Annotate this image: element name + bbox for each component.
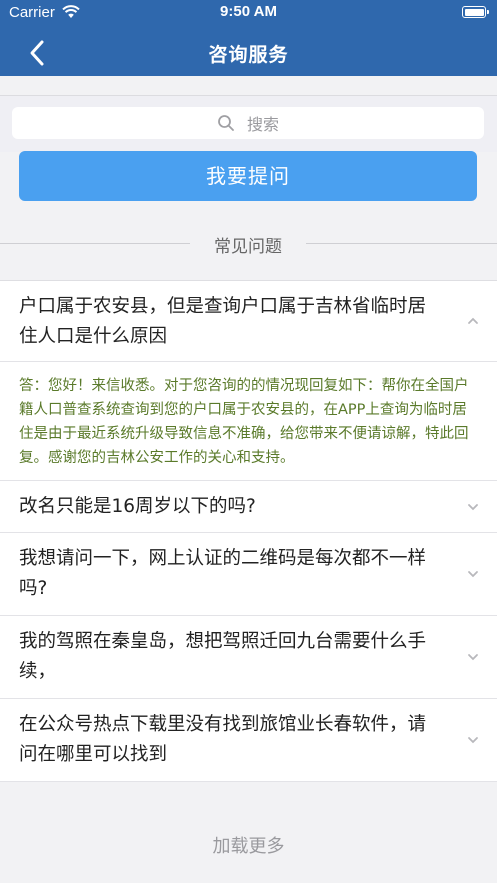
- page-title: 咨询服务: [208, 44, 289, 66]
- faq-section-title: 常见问题: [214, 237, 282, 257]
- search-input[interactable]: 搜索: [12, 107, 484, 139]
- chevron-down-icon: [468, 571, 478, 578]
- battery-icon: [462, 6, 489, 18]
- faq-question: 我想请问一下，网上认证的二维码是每次都不一样吗?: [19, 548, 427, 599]
- divider: [0, 243, 190, 244]
- faq-item[interactable]: 户口属于农安县，但是查询户口属于吉林省临时居住人口是什么原因: [0, 281, 497, 362]
- faq-item[interactable]: 我的驾照在秦皇岛，想把驾照迁回九台需要什么手续，: [0, 616, 497, 699]
- search-icon: [218, 115, 234, 131]
- chevron-up-icon: [468, 317, 478, 324]
- faq-list: 户口属于农安县，但是查询户口属于吉林省临时居住人口是什么原因 答：您好！来信收悉…: [0, 280, 497, 782]
- app-header: Carrier 9:50 AM 咨询服务: [0, 0, 497, 76]
- nav-bar: 咨询服务: [0, 28, 497, 74]
- ask-question-button[interactable]: 我要提问: [19, 151, 477, 201]
- load-more-button[interactable]: 加载更多: [0, 832, 497, 862]
- faq-item[interactable]: 在公众号热点下载里没有找到旅馆业长春软件，请问在哪里可以找到: [0, 699, 497, 782]
- status-bar: Carrier 9:50 AM: [0, 0, 497, 26]
- faq-item[interactable]: 改名只能是16周岁以下的吗?: [0, 481, 497, 533]
- chevron-down-icon: [468, 503, 478, 510]
- search-placeholder: 搜索: [246, 115, 279, 134]
- divider: [306, 243, 497, 244]
- faq-answer: 答：您好！来信收悉。对于您咨询的的情况现回复如下：帮你在全国户籍人口普查系统查询…: [0, 362, 497, 481]
- faq-section-header: 常见问题: [0, 230, 497, 257]
- chevron-down-icon: [468, 737, 478, 744]
- faq-question: 改名只能是16周岁以下的吗?: [19, 496, 256, 517]
- faq-question: 在公众号热点下载里没有找到旅馆业长春软件，请问在哪里可以找到: [19, 714, 427, 765]
- faq-question: 户口属于农安县，但是查询户口属于吉林省临时居住人口是什么原因: [19, 296, 427, 347]
- chevron-down-icon: [468, 654, 478, 661]
- search-bar: 搜索: [0, 95, 497, 152]
- faq-question: 我的驾照在秦皇岛，想把驾照迁回九台需要什么手续，: [19, 631, 427, 682]
- faq-item[interactable]: 我想请问一下，网上认证的二维码是每次都不一样吗?: [0, 533, 497, 616]
- status-time: 9:50 AM: [220, 3, 277, 20]
